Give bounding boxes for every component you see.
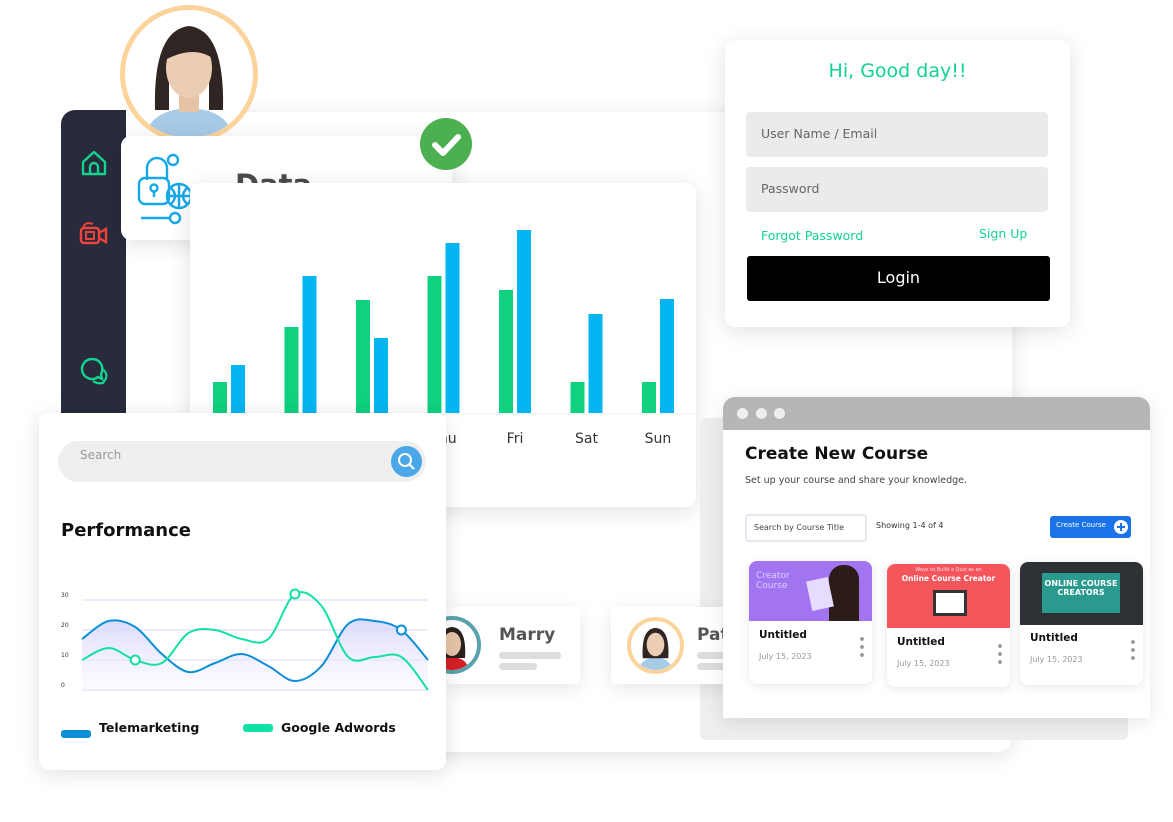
course-card-title: Untitled [1030, 632, 1078, 644]
course-card-title: Untitled [759, 629, 807, 641]
plus-icon [1114, 520, 1128, 534]
bar-green [213, 382, 227, 413]
search-input[interactable]: Search [58, 441, 426, 482]
y-tick-label: 30 [61, 592, 69, 599]
bar-blue [445, 243, 460, 413]
bar-blue [374, 338, 388, 413]
course-card-date: July 15, 2023 [897, 659, 950, 668]
login-button[interactable]: Login [747, 256, 1050, 301]
sidebar [61, 110, 126, 430]
course-subtitle: Set up your course and share your knowle… [745, 475, 967, 486]
login-greeting: Hi, Good day!! [828, 60, 967, 82]
course-thumbnail: Ways to Build a Quiz as an Online Course … [887, 564, 1010, 628]
window-titlebar [723, 397, 1150, 430]
course-card-date: July 15, 2023 [759, 652, 812, 661]
bar-green [356, 300, 370, 413]
pat-avatar [627, 617, 684, 674]
create-course-button[interactable]: Create Course [1050, 516, 1131, 538]
check-icon [420, 118, 472, 170]
data-point-marker [395, 624, 407, 636]
data-point-marker [129, 654, 141, 666]
person-name: Marry [499, 625, 556, 645]
bar-green [284, 327, 299, 413]
performance-card: Search Performance 30 20 10 0 Telemarketing… [39, 413, 446, 770]
x-tick-label: Sat [575, 431, 598, 447]
performance-line-chart: 30 20 10 0 [61, 588, 429, 691]
x-tick-label: Fri [507, 431, 524, 447]
person-card-pat[interactable]: Pat [611, 607, 740, 684]
bar-blue [231, 365, 245, 413]
bar-blue [660, 299, 674, 413]
x-tick-label: Sun [645, 431, 672, 447]
legend-swatch-google-adwords [243, 724, 273, 732]
showing-count: Showing 1-4 of 4 [876, 521, 944, 530]
search-icon[interactable] [391, 446, 422, 477]
course-card[interactable]: ONLINE COURSE CREATORS Untitled July 15,… [1020, 562, 1143, 685]
forgot-password-link[interactable]: Forgot Password [761, 228, 863, 243]
chat-icon[interactable] [79, 356, 109, 386]
more-options-icon[interactable] [1131, 638, 1135, 660]
course-window: Create New Course Set up your course and… [723, 397, 1150, 718]
search-placeholder: Search [80, 448, 122, 462]
create-course-label: Create Course [1056, 521, 1106, 529]
legend-telemarketing: Telemarketing [99, 720, 200, 735]
sign-up-link[interactable]: Sign Up [979, 226, 1027, 241]
more-options-icon[interactable] [998, 642, 1002, 664]
y-tick-label: 20 [61, 622, 69, 629]
y-tick-label: 0 [61, 682, 65, 689]
legend-swatch-telemarketing [61, 730, 91, 738]
user-avatar [120, 5, 258, 143]
bar-green [570, 382, 585, 413]
course-card-date: July 15, 2023 [1030, 655, 1083, 664]
course-card[interactable]: Ways to Build a Quiz as an Online Course … [887, 564, 1010, 687]
course-card[interactable]: Creator Course Untitled July 15, 2023 [749, 561, 872, 684]
password-input[interactable]: Password [746, 167, 1048, 212]
course-title: Create New Course [745, 444, 929, 464]
bar-green [642, 382, 656, 413]
performance-title: Performance [61, 520, 191, 541]
course-card-title: Untitled [897, 636, 945, 648]
bar-blue [517, 230, 531, 413]
legend-google-adwords: Google Adwords [281, 720, 396, 735]
video-camera-icon[interactable] [79, 218, 109, 248]
bar-blue [588, 314, 603, 413]
bar-green [499, 290, 513, 413]
login-card: Hi, Good day!! User Name / Email Passwor… [725, 40, 1070, 327]
more-options-icon[interactable] [860, 635, 864, 657]
data-point-marker [289, 588, 301, 600]
course-thumbnail: Creator Course [749, 561, 872, 621]
username-input[interactable]: User Name / Email [746, 112, 1048, 157]
bar-green [427, 276, 442, 413]
course-thumbnail: ONLINE COURSE CREATORS [1020, 562, 1143, 625]
bar-blue [302, 276, 317, 413]
y-tick-label: 10 [61, 652, 69, 659]
home-icon[interactable] [79, 148, 109, 178]
course-search-input[interactable]: Search by Course Title [745, 514, 867, 542]
